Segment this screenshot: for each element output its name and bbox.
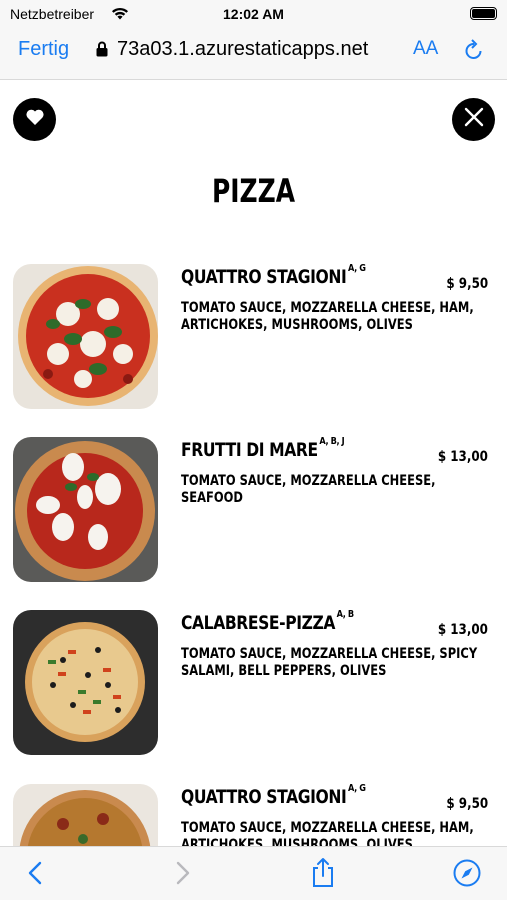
allergen-codes: A, G: [347, 783, 366, 794]
reload-icon[interactable]: [462, 38, 486, 69]
item-name-text: QUATTRO STAGIONI: [181, 266, 347, 288]
menu-item[interactable]: FRUTTI DI MARE A, B, J $ 13,00 TOMATO SAU…: [0, 436, 507, 587]
text-size-label: AA: [413, 38, 439, 59]
menu-item[interactable]: QUATTRO STAGIONI A, G $ 9,50 TOMATO SAUCE…: [0, 263, 507, 414]
item-price: $ 9,50: [446, 276, 488, 292]
item-name-text: QUATTRO STAGIONI: [181, 786, 347, 808]
done-button[interactable]: Fertig: [18, 38, 69, 61]
browser-header: Fertig 73a03.1.azurestaticapps.net AA: [0, 28, 507, 80]
browser-toolbar: [0, 846, 507, 900]
share-icon[interactable]: [309, 856, 337, 893]
page-title: PIZZA: [211, 172, 296, 210]
item-description: TOMATO SAUCE, MOZZARELLA CHEESE, SPICY S…: [181, 646, 478, 679]
item-name: CALABRESE-PIZZA A, B: [181, 609, 354, 634]
item-name: QUATTRO STAGIONI A, G: [181, 263, 366, 288]
item-description: TOMATO SAUCE, MOZZARELLA CHEESE, HAM, AR…: [181, 300, 474, 333]
allergen-codes: A, B: [336, 609, 354, 620]
allergen-codes: A, G: [347, 263, 366, 274]
item-name-text: FRUTTI DI MARE: [181, 439, 318, 461]
url-field[interactable]: 73a03.1.azurestaticapps.net: [117, 38, 368, 61]
text-size-button[interactable]: AA: [413, 38, 438, 60]
pizza-image: [13, 264, 158, 409]
battery-icon: [470, 7, 497, 20]
pizza-image: [13, 610, 158, 755]
heart-icon: [25, 108, 45, 131]
item-name-text: CALABRESE-PIZZA: [181, 612, 336, 634]
pizza-image: [13, 437, 158, 582]
chevron-left-icon[interactable]: [24, 859, 48, 892]
close-icon: [464, 107, 484, 132]
compass-icon[interactable]: [452, 858, 482, 893]
item-price: $ 13,00: [437, 622, 488, 638]
lock-icon: [96, 41, 108, 62]
item-price: $ 9,50: [446, 796, 488, 812]
clock: 12:02 AM: [223, 6, 284, 22]
item-price: $ 13,00: [437, 449, 488, 465]
favorite-button[interactable]: [13, 98, 56, 141]
close-button[interactable]: [452, 98, 495, 141]
allergen-codes: A, B, J: [319, 436, 345, 447]
item-name: QUATTRO STAGIONI A, G: [181, 783, 366, 808]
item-name: FRUTTI DI MARE A, B, J: [181, 436, 345, 461]
status-bar: Netzbetreiber 12:02 AM: [0, 0, 507, 28]
menu-item[interactable]: CALABRESE-PIZZA A, B $ 13,00 TOMATO SAUCE…: [0, 609, 507, 760]
chevron-right-icon[interactable]: [170, 859, 194, 892]
item-description: TOMATO SAUCE, MOZZARELLA CHEESE, SEAFOOD: [181, 473, 436, 506]
